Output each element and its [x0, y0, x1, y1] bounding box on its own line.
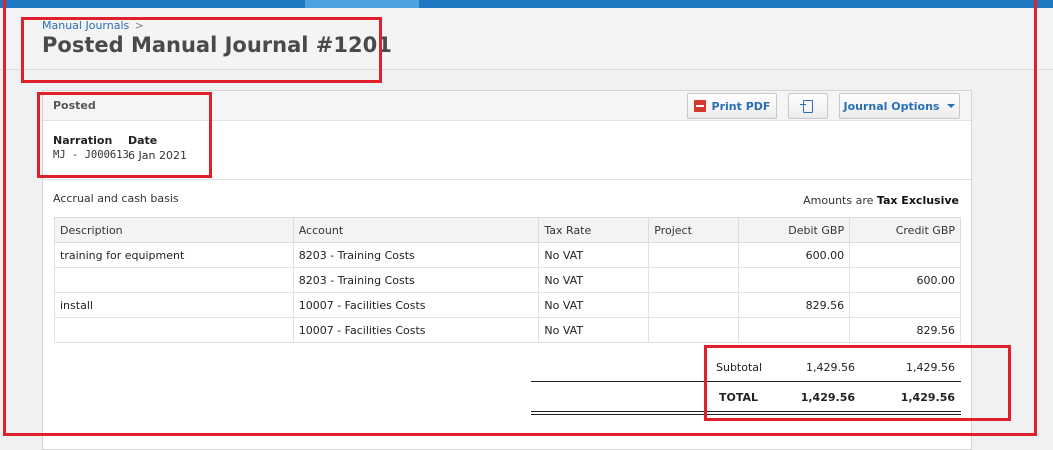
cell-description: training for equipment	[54, 242, 294, 268]
accounting-basis: Accrual and cash basis	[53, 192, 179, 205]
top-nav-bar	[0, 0, 1053, 8]
cell-account: 8203 - Training Costs	[292, 242, 540, 268]
column-header-description: Description	[54, 217, 294, 243]
cell-project	[648, 242, 740, 268]
journal-options-button[interactable]: Journal Options	[839, 93, 960, 119]
column-header-credit: Credit GBP	[849, 217, 961, 243]
cell-project	[648, 317, 740, 343]
pdf-icon	[693, 100, 706, 112]
page-title: Posted Manual Journal #1201	[42, 33, 392, 57]
cell-description: install	[54, 292, 294, 318]
table-row: 8203 - Training Costs No VAT 600.00	[54, 267, 961, 293]
cell-credit	[849, 292, 961, 318]
cell-account: 10007 - Facilities Costs	[292, 292, 540, 318]
column-header-project: Project	[648, 217, 740, 243]
cell-debit: 829.56	[738, 292, 851, 318]
cell-project	[648, 267, 740, 293]
amounts-prefix: Amounts are	[803, 194, 874, 207]
total-credit: 1,429.56	[900, 391, 955, 404]
cell-credit: 600.00	[849, 267, 961, 293]
total-debit: 1,429.56	[800, 391, 855, 404]
cell-debit	[738, 317, 851, 343]
journal-card: Posted Print PDF Journal Options Narrati…	[42, 90, 972, 450]
page-header: Manual Journals > Posted Manual Journal …	[0, 8, 1053, 70]
amounts-mode-value: Tax Exclusive	[876, 194, 959, 207]
cell-description	[54, 267, 294, 293]
table-row: 10007 - Facilities Costs No VAT 829.56	[54, 317, 961, 343]
card-toolbar: Posted Print PDF Journal Options	[43, 91, 971, 121]
cell-tax-rate: No VAT	[538, 317, 650, 343]
cell-credit: 829.56	[849, 317, 961, 343]
cell-account: 8203 - Training Costs	[292, 267, 540, 293]
subtotal-credit: 1,429.56	[906, 361, 955, 374]
cell-tax-rate: No VAT	[538, 292, 650, 318]
totals-rule	[531, 381, 961, 382]
section-divider	[43, 179, 971, 180]
cell-tax-rate: No VAT	[538, 267, 650, 293]
column-header-debit: Debit GBP	[738, 217, 851, 243]
breadcrumb-link-manual-journals[interactable]: Manual Journals	[42, 19, 129, 32]
total-label: TOTAL	[719, 391, 759, 404]
cell-debit: 600.00	[738, 242, 851, 268]
table-row: training for equipment 8203 - Training C…	[54, 242, 961, 268]
cell-credit	[849, 242, 961, 268]
status-label: Posted	[53, 99, 96, 112]
breadcrumb: Manual Journals >	[42, 19, 144, 32]
print-pdf-label: Print PDF	[711, 99, 771, 113]
cell-project	[648, 292, 740, 318]
breadcrumb-separator: >	[134, 19, 144, 32]
total-double-rule-bottom	[531, 414, 961, 415]
cell-account: 10007 - Facilities Costs	[292, 317, 540, 343]
narration-label: Narration	[53, 134, 113, 147]
table-header-row: Description Account Tax Rate Project Deb…	[54, 217, 961, 243]
cell-description	[54, 317, 294, 343]
copy-button[interactable]	[788, 93, 828, 119]
journal-options-label: Journal Options	[843, 99, 940, 113]
date-value: 6 Jan 2021	[128, 149, 187, 162]
cell-debit	[738, 267, 851, 293]
subtotal-label: Subtotal	[716, 361, 763, 374]
cell-tax-rate: No VAT	[538, 242, 650, 268]
total-double-rule-top	[531, 411, 961, 412]
column-header-account: Account	[292, 217, 540, 243]
amounts-mode: Amounts are Tax Exclusive	[803, 194, 959, 207]
column-header-tax-rate: Tax Rate	[538, 217, 650, 243]
narration-value: MJ - J000613	[53, 149, 129, 161]
journal-lines-table: Description Account Tax Rate Project Deb…	[54, 217, 961, 343]
copy-icon	[800, 99, 813, 113]
print-pdf-button[interactable]: Print PDF	[687, 93, 777, 119]
table-row: install 10007 - Facilities Costs No VAT …	[54, 292, 961, 318]
active-nav-tab[interactable]	[305, 0, 419, 8]
date-label: Date	[128, 134, 158, 147]
subtotal-debit: 1,429.56	[806, 361, 855, 374]
chevron-down-icon	[947, 104, 956, 108]
